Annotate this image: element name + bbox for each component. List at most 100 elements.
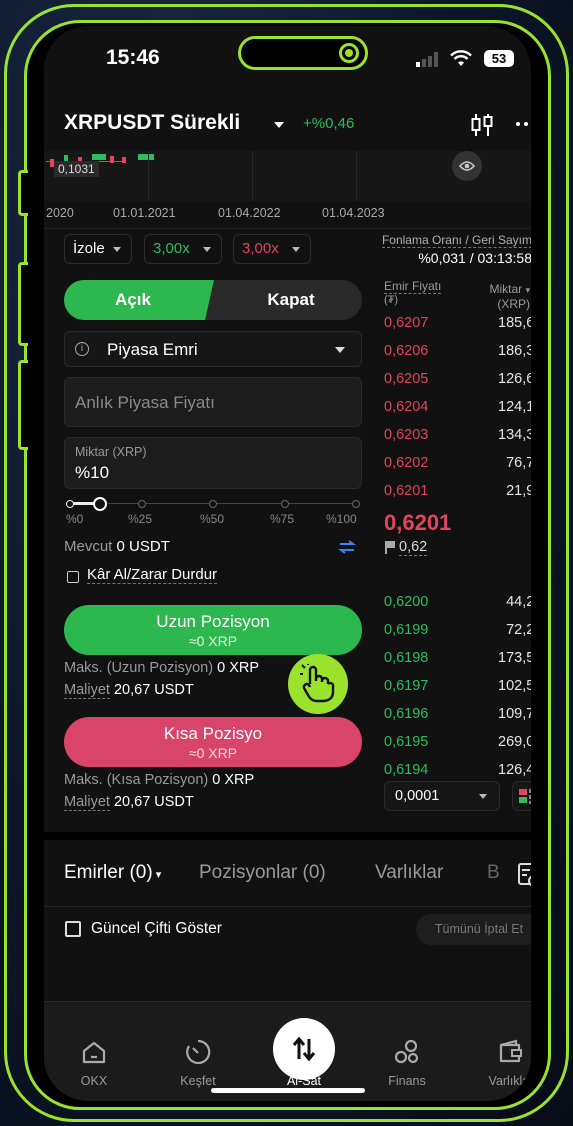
- bid-qty: 109,7K: [498, 706, 531, 722]
- long-max-row: Maks. (Uzun Pozisyon) 0 XRP: [64, 660, 259, 676]
- chevron-down-icon: [335, 347, 345, 353]
- amount-label: Miktar (XRP): [75, 445, 147, 459]
- slider-thumb[interactable]: [92, 497, 107, 511]
- ask-price: 0,6202: [384, 455, 429, 471]
- finance-icon: [394, 1039, 419, 1064]
- bid-qty: 44,2K: [506, 594, 531, 610]
- ask-row[interactable]: 0,6207 185,6K: [384, 315, 531, 335]
- bid-price: 0,6197: [384, 678, 429, 694]
- tp-sl-label[interactable]: Kâr Al/Zarar Durdur: [87, 566, 218, 584]
- amount-input[interactable]: Miktar (XRP) %10: [64, 437, 362, 489]
- orderbook-price-header: Emir Fiyatı: [384, 279, 442, 294]
- funding-label[interactable]: Fonlama Oranı / Geri Sayım: [367, 233, 531, 248]
- slider-mark-0: %0: [66, 512, 84, 526]
- long-button-sub: ≈0 XRP: [188, 633, 238, 649]
- ask-row[interactable]: 0,6204 124,1K: [384, 399, 531, 419]
- show-current-pair-label[interactable]: Güncel Çifti Göster: [91, 920, 222, 938]
- available-value: 0 USDT: [116, 538, 170, 555]
- chart-date-2: 01.01.2021: [113, 206, 176, 220]
- battery-icon: 53: [484, 50, 514, 67]
- tab-close[interactable]: Kapat: [220, 290, 362, 310]
- slider-stop[interactable]: [352, 500, 360, 508]
- long-position-button[interactable]: Uzun Pozisyon ≈0 XRP: [64, 605, 362, 655]
- pair-title[interactable]: XRPUSDT Sürekli: [64, 111, 240, 135]
- bid-qty: 173,5K: [498, 650, 531, 666]
- tab-more[interactable]: B: [487, 862, 500, 884]
- cancel-all-button[interactable]: Tümünü İptal Et: [416, 914, 531, 945]
- slider-stop[interactable]: [138, 500, 146, 508]
- bid-row[interactable]: 0,6196 109,7K: [384, 706, 531, 726]
- chevron-down-icon: [292, 247, 300, 252]
- order-history-icon[interactable]: [517, 862, 531, 888]
- slider-stop[interactable]: [209, 500, 217, 508]
- ask-price: 0,6204: [384, 399, 429, 415]
- ask-row[interactable]: 0,6202 76,7K: [384, 455, 531, 475]
- margin-mode-value: İzole: [73, 240, 105, 257]
- app-screen: 15:46 53 XRPUSDT Sürekli +%0,46 0,1031 2…: [44, 26, 531, 1101]
- status-time: 15:46: [106, 46, 160, 69]
- visibility-toggle[interactable]: [452, 151, 482, 181]
- bid-row[interactable]: 0,6199 72,2K: [384, 622, 531, 642]
- bid-row[interactable]: 0,6198 173,5K: [384, 650, 531, 670]
- bid-price: 0,6200: [384, 594, 429, 610]
- mini-chart[interactable]: 0,1031: [44, 151, 531, 201]
- bid-qty: 72,2K: [506, 622, 531, 638]
- tp-sl-checkbox[interactable]: [67, 571, 79, 583]
- leverage-long-value: 3,00x: [153, 240, 190, 257]
- slider-mark-100: %100: [326, 512, 357, 526]
- ask-row[interactable]: 0,6203 134,3K: [384, 427, 531, 447]
- ask-qty: 185,6K: [498, 315, 531, 331]
- wifi-icon: [450, 50, 472, 66]
- dynamic-island: [238, 36, 368, 70]
- ask-row[interactable]: 0,6206 186,3K: [384, 343, 531, 363]
- bid-row[interactable]: 0,6197 102,5K: [384, 678, 531, 698]
- tab-positions[interactable]: Pozisyonlar (0): [199, 862, 326, 884]
- order-type-select[interactable]: i Piyasa Emri: [64, 331, 362, 367]
- ask-price: 0,6203: [384, 427, 429, 443]
- long-cost-label[interactable]: Maliyet: [64, 682, 110, 699]
- slider-stop[interactable]: [66, 500, 74, 508]
- leverage-short-select[interactable]: 3,00x: [233, 234, 311, 264]
- orderbook-layout-button[interactable]: [512, 781, 531, 811]
- short-position-button[interactable]: Kısa Pozisyo ≈0 XRP: [64, 717, 362, 767]
- transfer-icon[interactable]: [338, 540, 356, 554]
- eye-icon: [459, 161, 475, 171]
- ask-row[interactable]: 0,6205 126,6K: [384, 371, 531, 391]
- tab-assets[interactable]: Varlıklar: [375, 862, 443, 884]
- nav-discover-label: Keşfet: [180, 1074, 216, 1088]
- home-icon: [82, 1041, 106, 1064]
- slider-stop[interactable]: [281, 500, 289, 508]
- leverage-long-select[interactable]: 3,00x: [144, 234, 222, 264]
- nav-trade-label: Al-Sat: [286, 1074, 322, 1088]
- ask-price: 0,6205: [384, 371, 429, 387]
- pair-dropdown-icon[interactable]: [274, 122, 284, 128]
- candlestick-chart-icon[interactable]: [470, 112, 494, 138]
- layout-icon: [519, 789, 527, 795]
- margin-mode-select[interactable]: İzole: [64, 234, 132, 264]
- show-current-pair-checkbox[interactable]: [65, 921, 81, 937]
- short-cost-label[interactable]: Maliyet: [64, 794, 110, 811]
- tab-open-label: Açık: [115, 290, 151, 309]
- ask-row[interactable]: 0,6201 21,9K: [384, 483, 531, 503]
- bid-row[interactable]: 0,6200 44,2K: [384, 594, 531, 614]
- trade-button[interactable]: [273, 1018, 335, 1080]
- orderbook-qty-header[interactable]: Miktar ▾: [460, 282, 530, 296]
- chart-date-4: 01.04.2023: [322, 206, 385, 220]
- tab-orders[interactable]: Emirler (0) ▾: [64, 862, 161, 884]
- long-button-title: Uzun Pozisyon: [156, 612, 270, 631]
- nav-finance-label: Finans: [388, 1074, 426, 1088]
- tick-size-select[interactable]: 0,0001: [384, 781, 500, 811]
- tab-open[interactable]: Açık: [64, 280, 214, 320]
- mark-price: 0,62: [399, 539, 428, 556]
- available-row: Mevcut 0 USDT: [64, 538, 170, 555]
- bid-qty: 126,4K: [498, 762, 531, 778]
- volume-down-button: [18, 360, 28, 450]
- amount-slider[interactable]: [66, 496, 360, 512]
- bid-row[interactable]: 0,6194 126,4K: [384, 762, 531, 782]
- price-input[interactable]: Anlık Piyasa Fiyatı: [64, 377, 362, 427]
- ask-qty: 186,3K: [498, 343, 531, 359]
- bid-price: 0,6198: [384, 650, 429, 666]
- bid-price: 0,6199: [384, 622, 429, 638]
- price-placeholder: Anlık Piyasa Fiyatı: [75, 393, 215, 412]
- bid-row[interactable]: 0,6195 269,0K: [384, 734, 531, 754]
